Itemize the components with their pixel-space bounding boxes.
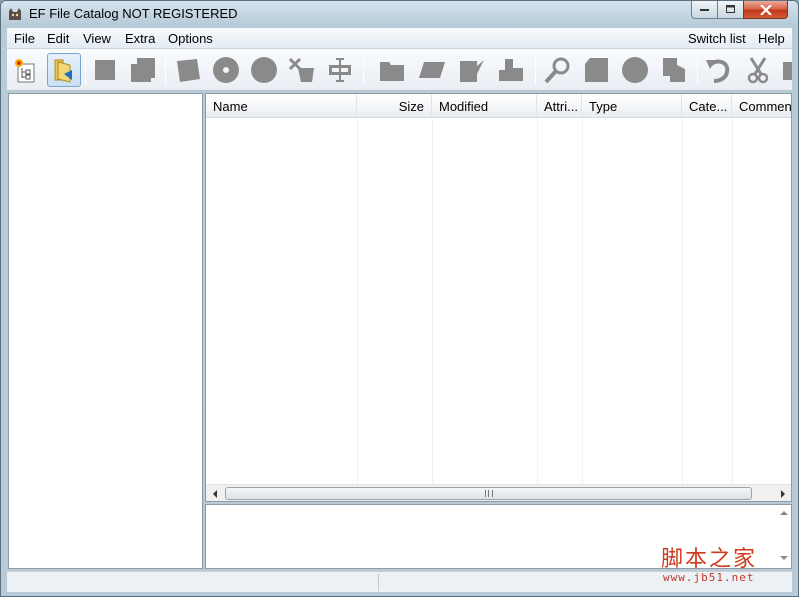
add-disk-icon — [177, 59, 200, 82]
puzzle-icon — [499, 59, 523, 81]
puzzle-button[interactable] — [494, 53, 528, 87]
rename-icon — [419, 62, 445, 78]
column-header-comment[interactable]: Commen — [732, 94, 791, 118]
new-catalog-icon — [15, 59, 35, 83]
copy-icon — [663, 58, 685, 82]
column-divider — [732, 118, 733, 484]
page-icon — [585, 58, 608, 82]
menu-file[interactable]: File — [14, 31, 35, 46]
undo-button[interactable] — [702, 53, 736, 87]
arrow-right-icon — [780, 489, 785, 498]
scroll-right-button[interactable] — [774, 485, 791, 502]
add-disk-button[interactable] — [171, 53, 205, 87]
square-icon — [95, 60, 115, 80]
cut-icon — [747, 57, 769, 84]
arrow-up-icon[interactable] — [780, 510, 788, 516]
rename-button[interactable] — [415, 53, 449, 87]
cd-icon — [213, 57, 239, 83]
toolbar-separator — [697, 55, 698, 85]
status-cell-right — [379, 574, 792, 591]
page-button[interactable] — [579, 53, 613, 87]
column-header-type[interactable]: Type — [582, 94, 682, 118]
file-list-header: Name Size Modified Attri... Type Cate...… — [206, 94, 791, 118]
cd-button[interactable] — [209, 53, 243, 87]
arrow-down-icon[interactable] — [780, 555, 788, 561]
catalog-tree[interactable] — [8, 93, 203, 569]
scroll-thumb[interactable] — [225, 487, 752, 500]
app-window: EF File Catalog NOT REGISTERED File Edit… — [0, 0, 799, 597]
column-header-size[interactable]: Size — [357, 94, 432, 118]
menu-view[interactable]: View — [83, 31, 111, 46]
folder-button[interactable] — [375, 53, 409, 87]
status-cell-left — [7, 574, 379, 591]
window-title: EF File Catalog NOT REGISTERED — [29, 6, 238, 21]
minimize-button[interactable] — [691, 1, 718, 19]
properties-icon — [329, 58, 351, 82]
arrow-left-icon — [212, 489, 217, 498]
toolbar-separator — [165, 55, 166, 85]
column-divider — [537, 118, 538, 484]
app-cat-icon — [9, 8, 21, 20]
toolbar-separator — [363, 55, 364, 85]
toolbar — [7, 49, 792, 91]
edit-icon — [460, 60, 484, 82]
menu-edit[interactable]: Edit — [47, 31, 69, 46]
menu-help[interactable]: Help — [758, 31, 785, 46]
vertical-scrollbar[interactable] — [774, 505, 791, 568]
close-icon — [759, 4, 772, 15]
circle-icon — [251, 57, 277, 83]
maximize-icon — [725, 5, 735, 13]
search-button[interactable] — [540, 53, 574, 87]
info-pane[interactable] — [205, 504, 792, 569]
overflow-button[interactable] — [779, 53, 792, 87]
horizontal-scrollbar[interactable] — [206, 484, 791, 501]
column-divider — [357, 118, 358, 484]
copy-pages-icon — [131, 58, 155, 82]
column-header-name[interactable]: Name — [206, 94, 357, 118]
menu-bar: File Edit View Extra Options Switch list… — [7, 28, 792, 49]
menu-extra[interactable]: Extra — [125, 31, 155, 46]
open-folder-button[interactable] — [47, 53, 81, 87]
search-icon — [544, 57, 570, 84]
column-header-attributes[interactable]: Attri... — [537, 94, 582, 118]
column-header-category[interactable]: Cate... — [682, 94, 732, 118]
toolbar-separator — [535, 55, 536, 85]
column-divider — [682, 118, 683, 484]
copy-pages-button[interactable] — [126, 53, 160, 87]
cut-button[interactable] — [741, 53, 775, 87]
grip-icon — [484, 490, 493, 497]
menu-options[interactable]: Options — [168, 31, 213, 46]
column-header-modified[interactable]: Modified — [432, 94, 537, 118]
circle-button[interactable] — [247, 53, 281, 87]
edit-button[interactable] — [454, 53, 488, 87]
globe-button[interactable] — [618, 53, 652, 87]
scroll-left-button[interactable] — [206, 485, 223, 502]
menu-switch-list[interactable]: Switch list — [688, 31, 746, 46]
close-button[interactable] — [743, 1, 788, 19]
maximize-button[interactable] — [717, 1, 744, 19]
status-bar — [7, 571, 792, 592]
new-catalog-button[interactable] — [9, 53, 43, 87]
minimize-icon — [699, 8, 709, 11]
properties-button[interactable] — [323, 53, 357, 87]
title-bar[interactable]: EF File Catalog NOT REGISTERED — [1, 1, 798, 27]
folder-icon — [380, 62, 404, 81]
overflow-icon — [783, 62, 792, 80]
square-button[interactable] — [88, 53, 122, 87]
copy-button[interactable] — [657, 53, 691, 87]
delete-button[interactable] — [285, 53, 319, 87]
open-folder-icon — [54, 59, 72, 83]
column-divider — [582, 118, 583, 484]
undo-icon — [706, 59, 730, 83]
toolbar-separator — [85, 55, 86, 85]
column-divider — [432, 118, 433, 484]
globe-icon — [622, 57, 648, 83]
file-list[interactable]: Name Size Modified Attri... Type Cate...… — [205, 93, 792, 502]
delete-icon — [288, 57, 314, 82]
